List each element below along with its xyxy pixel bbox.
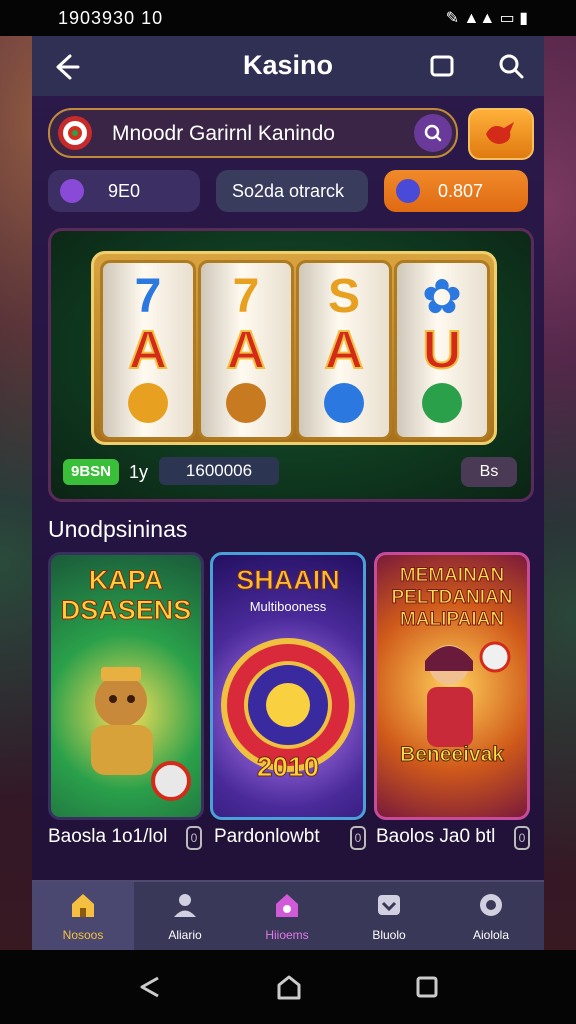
lamp-symbol-icon [226, 383, 266, 423]
game-card[interactable]: MEMAINAN PELTDANIAN MALIPAIAN Beneeivak [374, 552, 530, 820]
nav-label: Aiolola [472, 928, 510, 942]
coin-symbol-icon [128, 383, 168, 423]
page-title: Kasino [242, 50, 334, 80]
reel-middle-symbol: A [128, 319, 169, 381]
search-input[interactable]: Mnoodr Garirnl Kanindo [48, 108, 458, 158]
slot-reel: 7 A [100, 260, 196, 440]
chip-label: 0.807 [438, 181, 484, 201]
period-label: 1y [129, 462, 149, 482]
section-title: Unodpsininas [48, 516, 188, 542]
card-tagline: Beneeivak [400, 743, 505, 767]
card-label: Baosla 1o1/lol [48, 826, 168, 847]
status-time: 1903930 10 [58, 8, 164, 28]
search-small-icon [424, 124, 442, 142]
home-icon [72, 894, 94, 917]
reel-middle-symbol: U [422, 319, 463, 381]
card-title: SHAAIN [236, 565, 341, 596]
system-back-icon[interactable] [134, 972, 164, 1002]
reel-top-symbol: ✿ [421, 271, 463, 324]
reel-middle-symbol: A [226, 319, 267, 381]
system-navigation-bar [0, 950, 576, 1024]
status-icons: ✎ ▲▲ ▭ ▮ [445, 10, 528, 27]
system-recents-icon[interactable] [412, 972, 442, 1002]
card-label: Baolos Ja0 btl [376, 826, 496, 847]
coin-icon [60, 179, 84, 203]
card-title: KAPA DSASENS [60, 565, 192, 626]
nav-item-profile[interactable]: Aliario [134, 882, 236, 952]
gem-icon [396, 179, 420, 203]
nav-item-home[interactable]: Nosoos [32, 882, 134, 952]
nav-label: Nosoos [62, 928, 104, 942]
dealer-character-icon [425, 641, 511, 747]
bet-button[interactable]: Bs [461, 457, 517, 487]
card-title: MEMAINAN PELTDANIAN MALIPAIAN [391, 565, 513, 631]
slot-reel: ✿ U [394, 260, 490, 440]
inbox-icon [378, 895, 400, 915]
slot-reel: 7 A [198, 260, 294, 440]
gear-icon [480, 894, 502, 916]
app-window: Kasino Mnoodr Garirnl Kanindo 9E0 So2da … [32, 36, 544, 952]
lion-mascot-icon [91, 667, 191, 801]
score-display: 1600006 [159, 457, 279, 485]
reel-top-symbol: 7 [232, 270, 260, 323]
user-icon [174, 894, 196, 917]
nav-item-inbox[interactable]: Bluolo [338, 882, 440, 952]
bird-icon [486, 122, 514, 144]
nav-item-games[interactable]: Hiioems [236, 882, 338, 952]
slot-reel: S A [296, 260, 392, 440]
info-icon[interactable]: 0 [186, 826, 202, 850]
slot-machine: 7 A 7 A S A ✿ U [91, 251, 497, 445]
nav-item-settings[interactable]: Aiolola [440, 882, 542, 952]
game-card[interactable]: SHAAIN Multibooness 2010 [210, 552, 366, 820]
app-header: Kasino [32, 36, 544, 96]
card-subtitle: Multibooness [249, 599, 327, 614]
info-icon[interactable]: 0 [514, 826, 530, 850]
leaf-symbol-icon [422, 383, 462, 423]
slot-machine-banner[interactable]: 7 A 7 A S A ✿ U 9BSN 1y 1600006 Bs [48, 228, 534, 502]
search-text: Mnoodr Garirnl Kanindo [112, 122, 335, 145]
bottom-nav: Nosoos Aliario Hiioems Bluolo Aiolola [32, 880, 544, 952]
promo-button[interactable] [468, 108, 534, 160]
chip-bonus[interactable]: 0.807 [384, 170, 528, 212]
system-home-icon[interactable] [274, 972, 304, 1002]
game-card[interactable]: KAPA DSASENS [48, 552, 204, 820]
reel-middle-symbol: A [324, 319, 365, 381]
chip-balance[interactable]: 9E0 [48, 170, 200, 212]
nav-label: Hiioems [265, 928, 309, 942]
info-icon[interactable]: 0 [350, 826, 366, 850]
search-go-button[interactable] [414, 114, 452, 152]
card-label: Pardonlowbt [214, 826, 320, 847]
brand-logo-icon [58, 116, 92, 150]
status-badge: 9BSN [63, 459, 119, 485]
search-icon[interactable] [496, 51, 526, 81]
status-bar: 1903930 10 ✎ ▲▲ ▭ ▮ [0, 0, 576, 36]
chip-label: So2da otrarck [232, 181, 345, 201]
reel-top-symbol: S [327, 270, 360, 323]
reel-top-symbol: 7 [134, 270, 162, 323]
window-icon[interactable] [428, 52, 456, 80]
chip-label: 9E0 [108, 181, 141, 201]
card-year: 2010 [256, 751, 320, 783]
nav-label: Aliario [168, 928, 202, 942]
nav-label: Bluolo [372, 928, 406, 942]
chip-track[interactable]: So2da otrarck [216, 170, 368, 212]
house-gem-icon [276, 894, 298, 917]
gear-symbol-icon [324, 383, 364, 423]
